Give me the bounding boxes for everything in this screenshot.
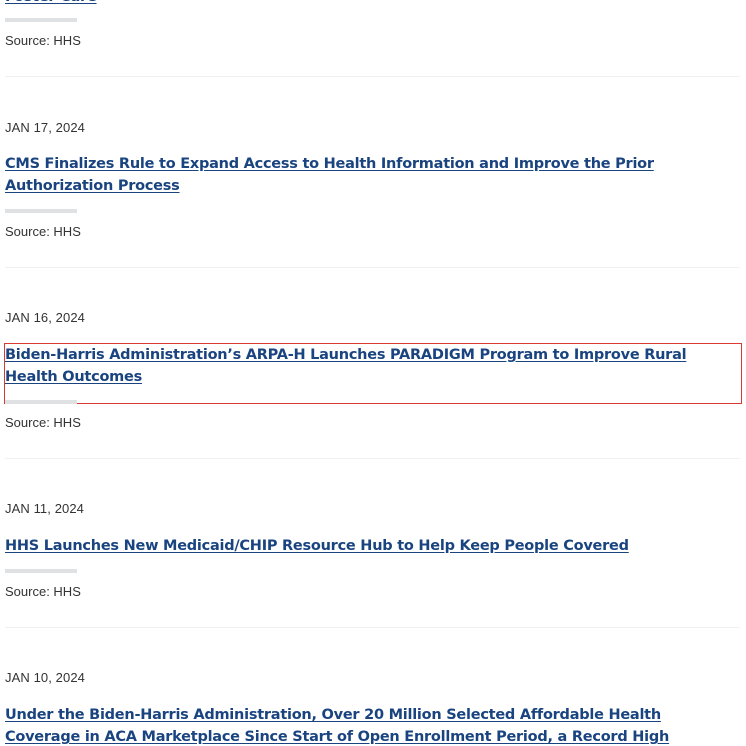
item-divider (5, 627, 740, 628)
title-accent-bar (5, 18, 77, 22)
news-source: Source: HHS (5, 415, 81, 430)
item-divider (5, 458, 740, 459)
news-date: JAN 16, 2024 (5, 310, 85, 325)
title-accent-bar (5, 209, 77, 213)
news-title-link-highlighted[interactable]: Biden-Harris Administration’s ARPA-H Lau… (4, 343, 742, 404)
news-title-link[interactable]: Under the Biden-Harris Administration, O… (5, 704, 740, 746)
item-divider (5, 267, 740, 268)
news-feed: Foster Care Source: HHS JAN 17, 2024 CMS… (0, 0, 746, 746)
news-title-link[interactable]: Foster Care (5, 0, 740, 8)
news-title-link[interactable]: HHS Launches New Medicaid/CHIP Resource … (5, 535, 740, 557)
news-source: Source: HHS (5, 584, 81, 599)
news-title-link[interactable]: CMS Finalizes Rule to Expand Access to H… (5, 153, 740, 197)
news-date: JAN 11, 2024 (5, 501, 85, 516)
title-accent-bar (5, 400, 77, 404)
news-source: Source: HHS (5, 33, 81, 48)
title-accent-bar (5, 569, 77, 573)
item-divider (5, 76, 740, 77)
news-source: Source: HHS (5, 224, 81, 239)
news-date: JAN 17, 2024 (5, 120, 85, 135)
news-date: JAN 10, 2024 (5, 670, 85, 685)
